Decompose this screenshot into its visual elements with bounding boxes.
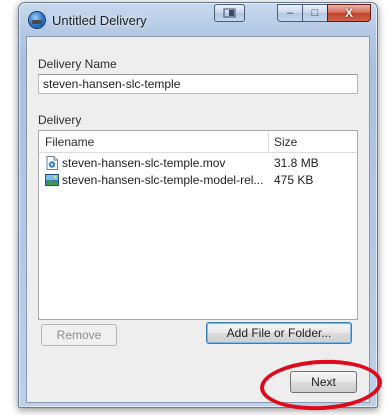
column-header-size[interactable]: Size: [274, 135, 297, 149]
minimize-icon: –: [286, 7, 294, 19]
delivery-name-input[interactable]: [38, 74, 358, 94]
close-icon: X: [344, 6, 353, 20]
delivery-name-label: Delivery Name: [38, 57, 117, 71]
file-name: steven-hansen-slc-temple-model-rel...: [62, 173, 264, 187]
maximize-icon: □: [311, 7, 319, 19]
title-bar[interactable]: Untitled Delivery – □ X: [19, 3, 377, 37]
snap-button[interactable]: [214, 4, 245, 22]
column-divider[interactable]: [268, 131, 269, 152]
minimize-button[interactable]: –: [277, 4, 303, 22]
file-size: 475 KB: [274, 173, 314, 187]
file-size: 31.8 MB: [274, 156, 319, 170]
add-file-or-folder-button[interactable]: Add File or Folder...: [206, 322, 352, 344]
remove-button[interactable]: Remove: [41, 324, 117, 346]
next-button[interactable]: Next: [290, 371, 357, 393]
file-list-header: Filename Size: [39, 131, 357, 153]
window-snap-icon: [223, 8, 236, 18]
delivery-group-label: Delivery: [38, 113, 82, 127]
maximize-button[interactable]: □: [302, 4, 328, 22]
delivery-window: Untitled Delivery – □ X Delivery Name De…: [18, 2, 378, 408]
file-row[interactable]: steven-hansen-slc-temple.mov 31.8 MB: [39, 155, 357, 172]
file-name: steven-hansen-slc-temple.mov: [62, 156, 226, 170]
app-globe-icon: [29, 12, 45, 28]
column-header-filename[interactable]: Filename: [45, 135, 94, 149]
file-row[interactable]: steven-hansen-slc-temple-model-rel... 47…: [39, 172, 357, 189]
window-title: Untitled Delivery: [52, 13, 147, 28]
movie-file-icon: [46, 156, 58, 170]
dialog-body: Delivery Name Delivery Filename Size ste…: [26, 36, 370, 403]
close-button[interactable]: X: [327, 4, 371, 22]
delivery-file-list[interactable]: Filename Size steven-hansen-slc-temple.m…: [38, 130, 358, 320]
image-file-icon: [45, 174, 59, 186]
